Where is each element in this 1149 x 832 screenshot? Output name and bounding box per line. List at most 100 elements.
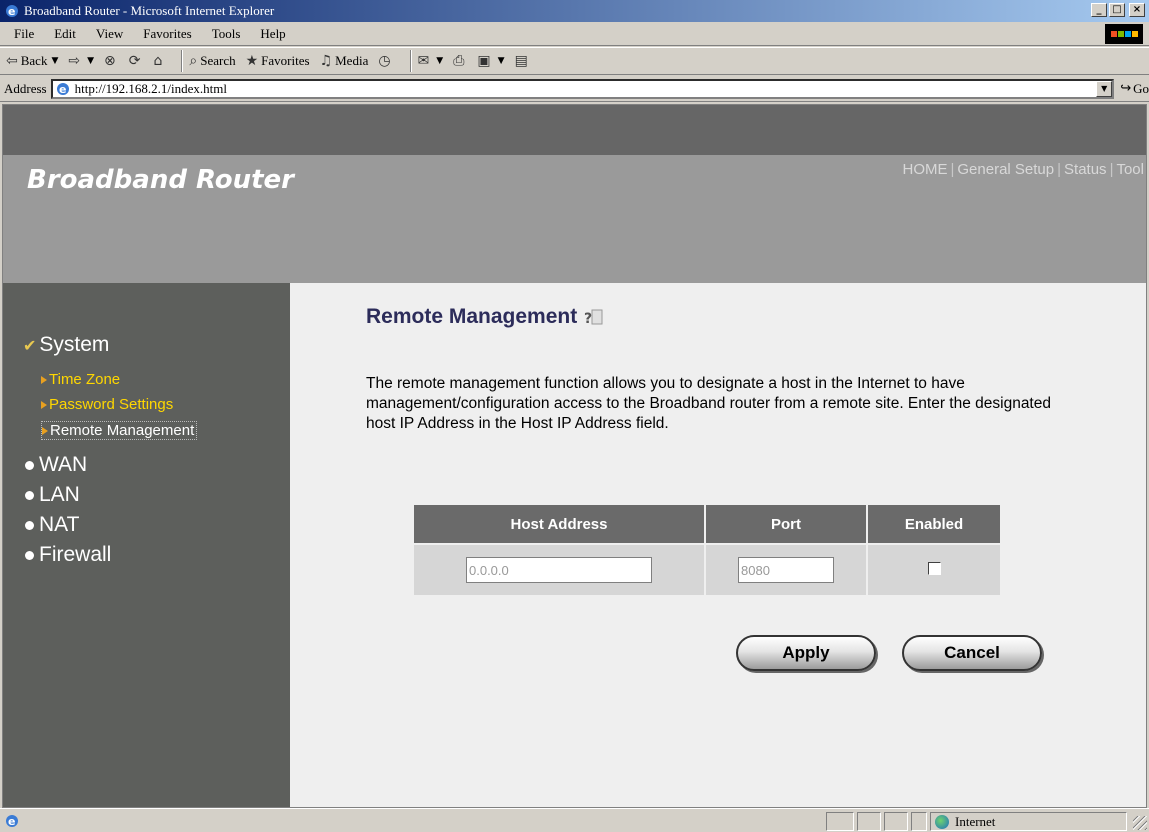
go-arrow-icon: ↪ [1120,81,1132,96]
status-panel [826,812,854,831]
sidebar-item-lan[interactable]: LAN [23,483,80,507]
history-button[interactable]: ◷ [378,53,393,69]
triangle-bullet-icon [41,400,47,409]
sidebar-item-label: Firewall [39,543,112,566]
checkmark-icon: ✔ [23,335,37,355]
mail-button[interactable]: ✉ ▼ [418,53,444,69]
resize-grip[interactable] [1133,816,1147,830]
status-panel [857,812,881,831]
nav-divider: | [1057,161,1062,178]
sidebar-item-wan[interactable]: WAN [23,453,87,477]
address-url: http://192.168.2.1/index.html [74,80,227,96]
nav-status[interactable]: Status [1064,161,1107,178]
go-button[interactable]: ↪ Go [1120,81,1149,97]
nav-divider: | [950,161,955,178]
forward-arrow-icon: ⇨ [68,53,81,69]
bullet-icon [25,520,34,530]
port-input[interactable] [738,557,834,583]
help-icon[interactable]: ? [583,308,603,326]
address-dropdown-icon[interactable]: ▼ [1096,80,1113,97]
column-header-port: Port [706,505,866,543]
enabled-cell [868,545,1000,595]
sidebar-subitem-label: Time Zone [49,371,121,388]
media-icon: ♫ [319,53,333,69]
home-button[interactable]: ⌂ [154,53,166,69]
page-description: The remote management function allows yo… [366,375,1051,432]
apply-button[interactable]: Apply [736,635,876,671]
address-label: Address [4,80,47,96]
favorites-button[interactable]: ★ Favorites [246,53,310,69]
menu-edit[interactable]: Edit [44,26,86,42]
bullet-icon [25,550,34,560]
print-button[interactable]: ⎙ [453,53,467,69]
forward-button[interactable]: ⇨ ▼ [68,53,94,69]
back-button[interactable]: ⇦ Back ▼ [6,53,58,69]
stop-button[interactable]: ⊗ [104,53,119,69]
menu-help[interactable]: Help [250,26,295,42]
toolbar-separator [409,50,412,72]
nav-general-setup[interactable]: General Setup [957,161,1054,178]
sidebar-item-label: System [39,333,110,356]
history-icon: ◷ [378,53,391,69]
back-dropdown-icon[interactable]: ▼ [51,56,58,66]
menu-tools[interactable]: Tools [202,26,251,42]
search-icon: ⌕ [189,53,198,69]
sidebar-item-label: NAT [39,513,80,536]
sidebar: ✔ System Time Zone Password Settings Rem… [3,283,290,807]
sidebar-item-password-settings[interactable]: Password Settings [41,396,173,413]
sidebar-item-system[interactable]: ✔ System [23,333,109,357]
discuss-button[interactable]: ▤ [515,53,531,69]
forward-dropdown-icon[interactable]: ▼ [87,56,94,66]
discuss-icon: ▤ [514,53,528,69]
triangle-bullet-icon [42,426,48,435]
menu-file[interactable]: File [4,26,44,42]
sidebar-item-time-zone[interactable]: Time Zone [41,371,120,388]
page-title: Remote Management ? [366,305,603,329]
menu-favorites[interactable]: Favorites [133,26,201,42]
column-header-host-address: Host Address [414,505,704,543]
window-titlebar: e Broadband Router - Microsoft Internet … [0,0,1149,22]
search-button[interactable]: ⌕ Search [189,53,235,69]
stop-icon: ⊗ [104,53,116,69]
sidebar-item-firewall[interactable]: Firewall [23,543,111,567]
router-header: Broadband Router HOME | General Setup | Stat… [3,105,1146,283]
bullet-icon [25,490,34,500]
table-row [414,545,1000,595]
cancel-button[interactable]: Cancel [902,635,1042,671]
page-viewport: Broadband Router HOME | General Setup | Stat… [2,104,1147,808]
remote-management-table: Host Address Port Enabled [412,503,1002,597]
sidebar-subitem-label: Remote Management [50,422,195,439]
page-title-text: Remote Management [366,305,578,328]
back-arrow-icon: ⇦ [6,53,18,69]
table-header-row: Host Address Port Enabled [414,505,1000,543]
address-input[interactable]: e http://192.168.2.1/index.html ▼ [50,78,1115,99]
sidebar-item-nat[interactable]: NAT [23,513,79,537]
edit-button[interactable]: ▣ ▼ [477,53,504,69]
mail-dropdown-icon[interactable]: ▼ [436,56,443,66]
nav-home[interactable]: HOME [902,161,947,178]
media-button[interactable]: ♫ Media [320,53,369,69]
page-status-icon: e [6,814,18,828]
address-bar: Address e http://192.168.2.1/index.html … [0,76,1149,102]
header-top-band [3,105,1146,155]
refresh-icon: ⟳ [128,53,141,69]
sidebar-item-remote-management[interactable]: Remote Management [41,421,198,440]
nav-tool[interactable]: Tool [1116,161,1144,178]
host-address-input[interactable] [466,557,652,583]
close-button[interactable]: × [1129,3,1145,17]
menu-view[interactable]: View [86,26,133,42]
home-icon: ⌂ [153,53,163,69]
maximize-button[interactable]: □ [1109,3,1125,17]
edit-dropdown-icon[interactable]: ▼ [498,56,505,66]
enabled-checkbox[interactable] [927,561,941,575]
refresh-button[interactable]: ⟳ [129,53,144,69]
print-icon: ⎙ [453,53,465,69]
favorites-icon: ★ [245,53,259,69]
toolbar: ⇦ Back ▼ ⇨ ▼ ⊗ ⟳ ⌂ ⌕ Search ★ Favorites … [0,47,1149,75]
triangle-bullet-icon [41,375,47,384]
favorites-label: Favorites [261,53,310,68]
svg-text:e: e [59,83,66,96]
minimize-button[interactable]: _ [1091,3,1107,17]
port-cell [706,545,866,595]
globe-icon [935,814,949,829]
